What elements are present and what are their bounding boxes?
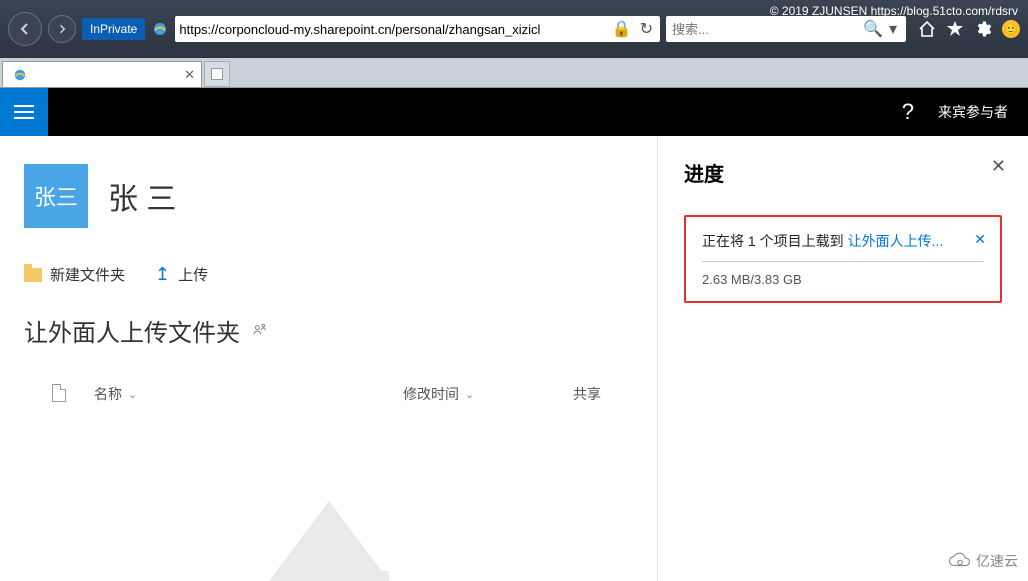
forward-button[interactable] (48, 15, 76, 43)
folder-icon (24, 268, 42, 282)
lock-icon[interactable]: 🔒 (609, 19, 635, 39)
owner-avatar: 张三 (24, 164, 88, 228)
watermark-bottom: 亿速云 (948, 551, 1018, 571)
progress-prefix: 正在将 1 个项目上载到 (702, 231, 844, 251)
browser-tab[interactable]: ✕ (2, 61, 202, 87)
progress-title: 进度 (684, 158, 1002, 187)
feedback-smiley-icon[interactable]: 🙂 (1002, 20, 1020, 38)
watermark-bottom-text: 亿速云 (976, 551, 1018, 571)
back-button[interactable] (8, 12, 42, 46)
col-name[interactable]: 名称 ⌄ (94, 384, 403, 404)
new-tab-button[interactable] (204, 61, 230, 87)
progress-size: 2.63 MB/3.83 GB (702, 272, 984, 287)
chrome-right-icons: 🙂 (918, 20, 1020, 38)
col-icon (24, 384, 94, 404)
search-input[interactable] (672, 22, 860, 37)
upload-label: 上传 (178, 264, 208, 285)
address-icons: 🔒 ↻ (609, 19, 656, 39)
browser-search-bar[interactable]: 🔍 ▾ (666, 16, 906, 42)
tab-favicon-icon (11, 66, 29, 84)
command-bar: 新建文件夹 ↥ 上传 (24, 264, 633, 285)
search-icon[interactable]: 🔍 (860, 19, 886, 39)
close-panel-icon[interactable]: ✕ (991, 156, 1006, 177)
cancel-upload-icon[interactable]: ✕ (974, 231, 986, 248)
empty-illustration (199, 471, 459, 581)
progress-target-link[interactable]: 让外面人上传... (848, 231, 944, 251)
owner-row: 张三 张 三 (24, 164, 633, 228)
favorites-icon[interactable] (946, 20, 964, 38)
progress-status-line: 正在将 1 个项目上载到 让外面人上传... (702, 231, 984, 262)
suite-header: ? 来宾参与者 (0, 88, 1028, 136)
col-modified[interactable]: 修改时间 ⌄ (403, 384, 573, 404)
address-bar[interactable]: 🔒 ↻ (175, 16, 660, 42)
inprivate-badge: InPrivate (82, 18, 145, 40)
tab-strip: ✕ (0, 58, 1028, 88)
home-icon[interactable] (918, 20, 936, 38)
folder-title-row: 让外面人上传文件夹 (24, 313, 633, 348)
tab-close-icon[interactable]: ✕ (184, 67, 195, 83)
url-input[interactable] (179, 22, 604, 37)
ie-icon (151, 20, 169, 38)
share-indicator-icon[interactable] (252, 321, 268, 340)
chevron-down-icon: ⌄ (465, 388, 474, 401)
folder-title: 让外面人上传文件夹 (24, 313, 240, 348)
app-launcher-button[interactable] (0, 88, 48, 136)
document-icon (52, 384, 66, 402)
guest-label[interactable]: 来宾参与者 (938, 102, 1008, 122)
progress-card: 正在将 1 个项目上载到 让外面人上传... ✕ 2.63 MB/3.83 GB (684, 215, 1002, 303)
new-folder-button[interactable]: 新建文件夹 (24, 264, 125, 285)
content-area: 张三 张 三 新建文件夹 ↥ 上传 让外面人上传文件夹 名称 ⌄ (0, 136, 1028, 581)
watermark-top: © 2019 ZJUNSEN https://blog.51cto.com/rd… (770, 4, 1018, 18)
col-name-label: 名称 (94, 384, 122, 404)
owner-name: 张 三 (108, 174, 176, 218)
col-modified-label: 修改时间 (403, 384, 459, 404)
settings-icon[interactable] (974, 20, 992, 38)
chevron-down-icon: ⌄ (128, 388, 137, 401)
search-dropdown-icon[interactable]: ▾ (886, 19, 900, 39)
progress-panel: ✕ 进度 正在将 1 个项目上载到 让外面人上传... ✕ 2.63 MB/3.… (658, 136, 1028, 581)
col-share[interactable]: 共享 (573, 384, 633, 404)
file-list-pane: 张三 张 三 新建文件夹 ↥ 上传 让外面人上传文件夹 名称 ⌄ (0, 136, 658, 581)
help-icon[interactable]: ? (902, 99, 914, 125)
upload-button[interactable]: ↥ 上传 (155, 264, 208, 285)
cloud-icon (948, 552, 972, 570)
upload-icon: ↥ (155, 264, 170, 285)
new-folder-label: 新建文件夹 (50, 264, 125, 285)
list-header: 名称 ⌄ 修改时间 ⌄ 共享 (24, 384, 633, 410)
refresh-icon[interactable]: ↻ (637, 19, 656, 39)
